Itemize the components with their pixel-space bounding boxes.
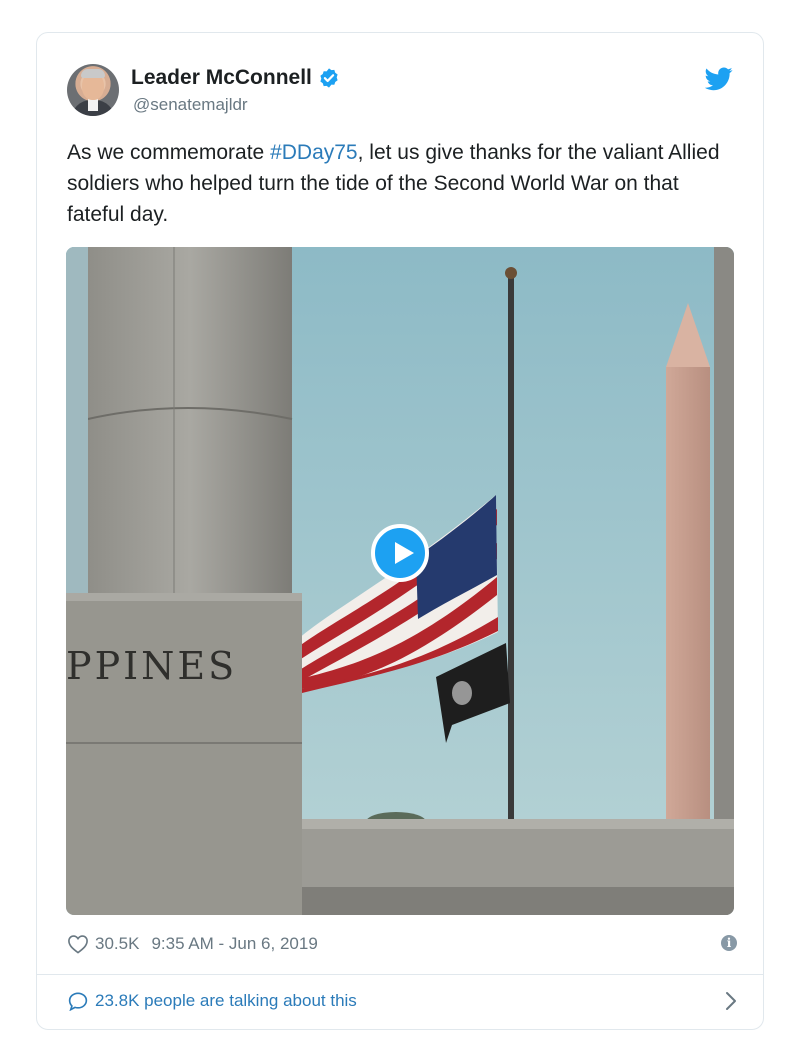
author-handle[interactable]: @senatemajldr bbox=[133, 95, 248, 115]
avatar-hair bbox=[81, 69, 105, 78]
author-name[interactable]: Leader McConnell bbox=[131, 66, 312, 90]
conversation-link[interactable]: 23.8K people are talking about this bbox=[67, 988, 737, 1014]
info-icon[interactable]: i bbox=[721, 935, 737, 951]
twitter-bird-icon[interactable] bbox=[705, 67, 733, 91]
tweet-meta-row: 30.5K 9:35 AM - Jun 6, 2019 i bbox=[67, 931, 737, 957]
tweet-text: As we commemorate #DDay75, let us give t… bbox=[67, 137, 737, 230]
heart-icon[interactable] bbox=[67, 934, 89, 954]
timestamp-link[interactable]: 9:35 AM - Jun 6, 2019 bbox=[151, 934, 317, 954]
like-count[interactable]: 30.5K bbox=[95, 934, 139, 954]
avatar-collar bbox=[88, 99, 98, 111]
chevron-right-icon[interactable] bbox=[725, 991, 737, 1011]
divider bbox=[37, 974, 763, 975]
comment-icon bbox=[68, 992, 88, 1011]
engraving-text: PPINES bbox=[66, 644, 237, 688]
verified-badge-icon bbox=[320, 68, 338, 88]
talking-count[interactable]: 23.8K people are talking about this bbox=[95, 991, 357, 1011]
video-thumbnail[interactable]: PPINES bbox=[66, 247, 734, 915]
tweet-card: Leader McConnell @senatemajldr As we com… bbox=[36, 32, 764, 1030]
tweet-text-start: As we commemorate bbox=[67, 141, 271, 164]
author-name-row[interactable]: Leader McConnell bbox=[131, 66, 340, 90]
hashtag-link[interactable]: #DDay75 bbox=[270, 141, 358, 164]
avatar[interactable] bbox=[67, 64, 119, 116]
play-icon[interactable] bbox=[371, 524, 429, 582]
